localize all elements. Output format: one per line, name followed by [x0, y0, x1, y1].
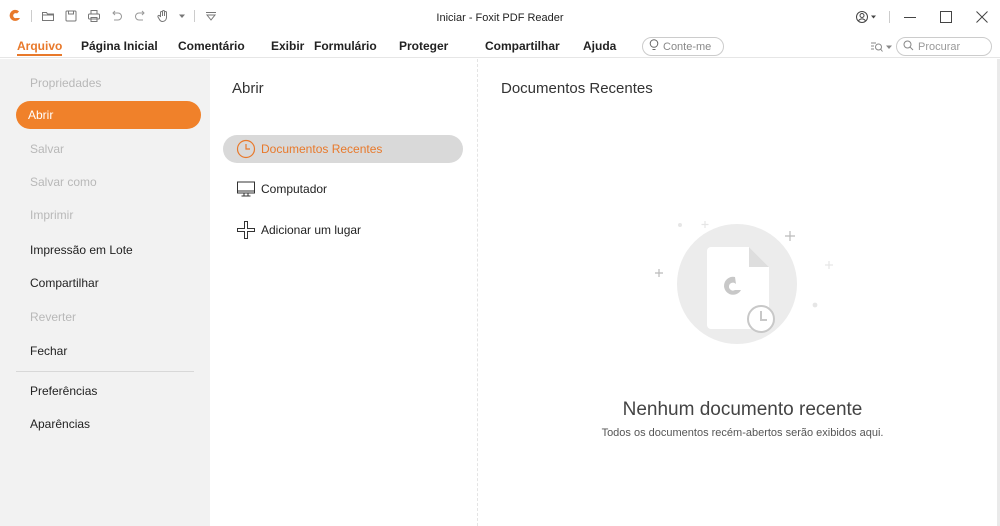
tab-exibir[interactable]: Exibir: [271, 39, 304, 53]
close-icon[interactable]: [964, 4, 1000, 30]
hand-tool-icon[interactable]: [156, 9, 170, 23]
sidebar-item-compartilhar[interactable]: Compartilhar: [16, 269, 201, 297]
search-placeholder: Procurar: [918, 40, 961, 53]
tab-arquivo[interactable]: Arquivo: [17, 39, 63, 56]
toolbar-separator: [194, 10, 195, 22]
tab-pagina-inicial[interactable]: Página Inicial: [81, 39, 158, 53]
open-panel-title: Abrir: [232, 80, 264, 97]
empty-state-subtitle: Todos os documentos recém-abertos serão …: [601, 427, 884, 439]
place-computer[interactable]: Computador: [223, 175, 463, 203]
search-area: Procurar: [870, 37, 992, 56]
recent-documents-panel: Documentos Recentes Nenhum documento rec…: [479, 59, 997, 526]
backstage-sidebar: Propriedades Abrir Salvar Salvar como Im…: [0, 59, 210, 526]
minimize-icon[interactable]: [892, 4, 928, 30]
tab-compartilhar[interactable]: Compartilhar: [485, 39, 560, 53]
tab-comentario[interactable]: Comentário: [178, 39, 245, 53]
sidebar-item-salvar-como[interactable]: Salvar como: [16, 168, 201, 196]
account-icon[interactable]: [847, 4, 887, 30]
tab-ajuda[interactable]: Ajuda: [583, 39, 616, 53]
search-icon: [903, 40, 914, 54]
toolbar-separator: [31, 10, 32, 22]
sidebar-item-aparencias[interactable]: Aparências: [16, 410, 201, 438]
tell-me-search[interactable]: Conte-me: [642, 37, 724, 56]
open-panel: Abrir Documentos Recentes Computador Adi…: [210, 59, 478, 526]
sidebar-item-preferencias[interactable]: Preferências: [16, 377, 201, 405]
clock-icon: [236, 139, 256, 159]
window-controls: [847, 4, 1000, 30]
search-input[interactable]: Procurar: [896, 37, 992, 56]
empty-state-title: Nenhum documento recente: [622, 399, 863, 420]
customize-toolbar-icon[interactable]: [204, 9, 218, 23]
window-controls-separator: [889, 11, 890, 23]
tab-proteger[interactable]: Proteger: [399, 39, 448, 53]
quick-access-toolbar: [8, 9, 218, 23]
recent-documents-title: Documentos Recentes: [501, 80, 653, 97]
tab-formulario[interactable]: Formulário: [314, 39, 377, 53]
sidebar-item-impressao-em-lote[interactable]: Impressão em Lote: [16, 236, 201, 264]
monitor-icon: [236, 179, 256, 199]
lightbulb-icon: [649, 39, 659, 54]
maximize-icon[interactable]: [928, 4, 964, 30]
redo-icon[interactable]: [133, 9, 147, 23]
empty-state-illustration: [639, 209, 839, 359]
ribbon-tab-bar: Arquivo Página Inicial Comentário Exibir…: [0, 36, 1000, 58]
add-place-icon: [236, 220, 256, 240]
place-label: Computador: [261, 182, 328, 196]
save-icon[interactable]: [64, 9, 78, 23]
open-folder-icon[interactable]: [41, 9, 55, 23]
place-label: Documentos Recentes: [261, 142, 383, 156]
sidebar-item-imprimir[interactable]: Imprimir: [16, 201, 201, 229]
dropdown-arrow-icon[interactable]: [179, 9, 185, 23]
sidebar-item-abrir[interactable]: Abrir: [16, 101, 201, 129]
sidebar-item-fechar[interactable]: Fechar: [16, 337, 201, 365]
title-bar: Iniciar - Foxit PDF Reader: [0, 0, 1000, 36]
place-add-location[interactable]: Adicionar um lugar: [223, 216, 463, 244]
sidebar-divider: [16, 371, 194, 372]
place-recent-documents[interactable]: Documentos Recentes: [223, 135, 463, 163]
sidebar-item-salvar[interactable]: Salvar: [16, 135, 201, 163]
undo-icon[interactable]: [110, 9, 124, 23]
foxit-logo-icon[interactable]: [8, 9, 22, 23]
print-icon[interactable]: [87, 9, 101, 23]
place-label: Adicionar um lugar: [261, 223, 362, 237]
search-mode-icon[interactable]: [870, 41, 892, 53]
sidebar-item-propriedades[interactable]: Propriedades: [16, 69, 201, 97]
tell-me-placeholder: Conte-me: [663, 40, 712, 53]
sidebar-item-reverter[interactable]: Reverter: [16, 303, 201, 331]
